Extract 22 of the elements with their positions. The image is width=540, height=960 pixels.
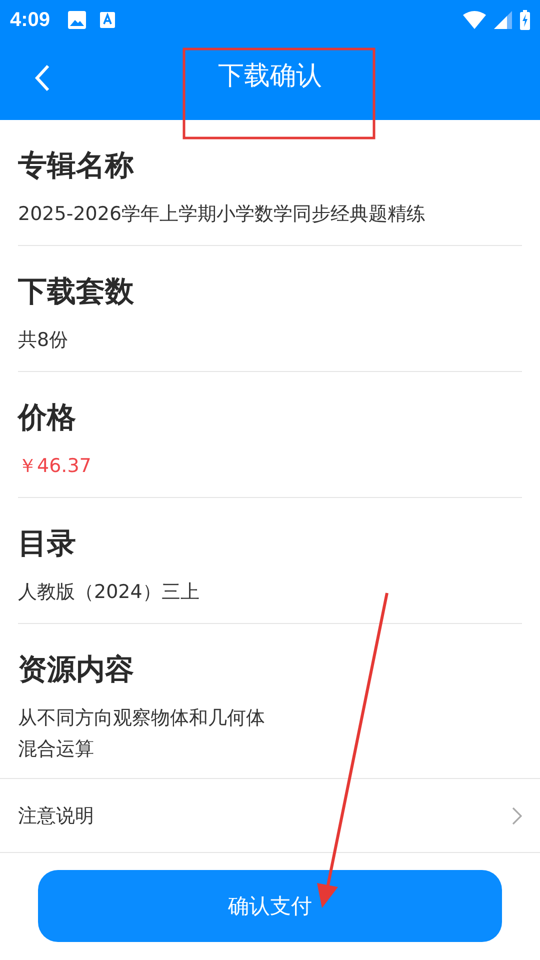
- font-icon: [100, 12, 116, 28]
- status-time: 4:09: [10, 8, 50, 32]
- chevron-right-icon: [512, 806, 522, 824]
- section-heading: 价格: [18, 399, 77, 436]
- signal-icon: [494, 11, 512, 29]
- section-value: 共8份: [18, 328, 70, 353]
- section-heading: 专辑名称: [18, 147, 135, 184]
- image-icon: [68, 11, 86, 29]
- price-text: ￥46.37: [18, 454, 92, 479]
- section-heading: 目录: [18, 525, 77, 562]
- notice-row[interactable]: 注意说明: [0, 778, 540, 853]
- page-title: 下载确认: [218, 60, 322, 93]
- wifi-icon: [463, 11, 486, 29]
- back-icon[interactable]: [34, 64, 50, 92]
- section-value: 混合运算: [18, 737, 95, 762]
- section-heading: 资源内容: [18, 651, 135, 688]
- section-heading: 下载套数: [18, 273, 135, 310]
- battery-icon: [520, 10, 530, 30]
- section-value: 人教版（2024）三上: [18, 580, 200, 605]
- section-value: 2025-2026学年上学期小学数学同步经典题精练: [18, 202, 427, 227]
- section-value: 从不同方向观察物体和几何体: [18, 706, 266, 731]
- notice-label: 注意说明: [18, 804, 94, 828]
